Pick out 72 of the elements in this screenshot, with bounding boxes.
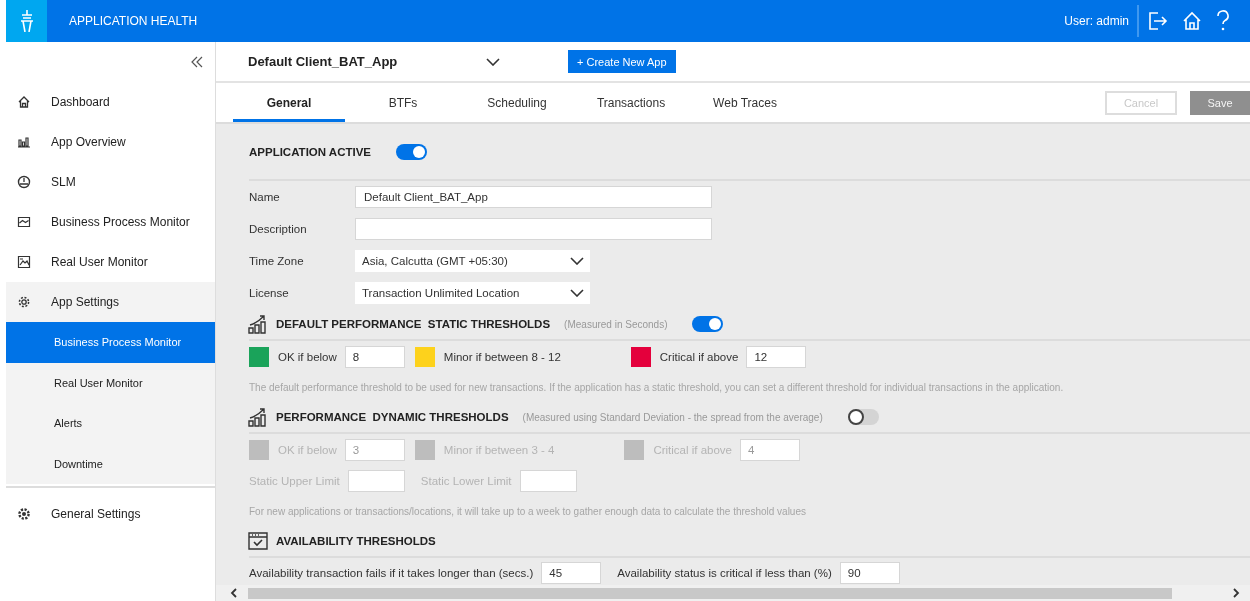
- hint-text: The default performance threshold to be used for new transactions. If the application has a static threshold, you can set a different threshold for individual transactions in the application.: [249, 380, 1065, 395]
- number-field[interactable]: 45: [541, 562, 602, 584]
- create-app-button[interactable]: + Create New App: [568, 50, 676, 73]
- home-icon: [17, 95, 31, 109]
- tower-logo-icon: [19, 10, 34, 32]
- threshold-field[interactable]: 12: [746, 345, 807, 368]
- threshold-label: Minor if between 8 - 12: [443, 350, 561, 363]
- sidebar-subitem[interactable]: Business Process Monitor: [6, 322, 215, 363]
- field-label: Availability transaction fails if it takes longer than (secs.): [249, 567, 534, 579]
- tab[interactable]: Transactions: [575, 83, 687, 122]
- app-selector[interactable]: Default Client_BAT_App: [248, 54, 500, 69]
- number-field[interactable]: 90: [839, 562, 900, 584]
- sidebar-item[interactable]: SLM: [6, 162, 215, 202]
- sidebar-item[interactable]: Business Process Monitor: [6, 202, 215, 242]
- chart-growth-icon: [248, 407, 268, 427]
- app-title: APPLICATION HEALTH: [69, 14, 199, 28]
- text-field[interactable]: [355, 218, 712, 240]
- threshold-label: OK if below: [278, 350, 337, 363]
- dropdown-field[interactable]: Transaction Unlimited Location: [355, 282, 590, 304]
- tab[interactable]: BTFs: [347, 83, 459, 122]
- scroll-right-icon[interactable]: [1232, 588, 1240, 598]
- sidebar-subitem[interactable]: Downtime: [6, 443, 215, 484]
- line-chart-icon: [17, 215, 31, 229]
- section-title: DEFAULT PERFORMANCE STATIC THRESHOLDS: [276, 318, 551, 330]
- help-icon[interactable]: [1216, 10, 1230, 32]
- gauge-icon: [17, 175, 31, 189]
- calendar-check-icon: [248, 531, 268, 551]
- section-note: (Measured in Seconds): [564, 318, 668, 330]
- sidebar-item[interactable]: Dashboard: [6, 82, 215, 122]
- sidebar-item[interactable]: App Settings: [6, 282, 215, 322]
- sidebar-subitem[interactable]: Alerts: [6, 403, 215, 444]
- dropdown-field[interactable]: Asia, Calcutta (GMT +05:30): [355, 250, 590, 272]
- sidebar-subitem[interactable]: Real User Monitor: [6, 362, 215, 403]
- tab[interactable]: General: [233, 83, 345, 122]
- text-field[interactable]: Default Client_BAT_App: [355, 186, 712, 208]
- section-note: (Measured using Standard Deviation - the spread from the average): [522, 411, 823, 423]
- collapse-icon[interactable]: [191, 56, 203, 68]
- threshold-label: Critical if above: [659, 350, 739, 363]
- bar-chart-icon: [17, 135, 31, 149]
- chart-growth-icon: [248, 314, 268, 334]
- chevron-down-icon: [570, 257, 584, 265]
- color-swatch: [414, 439, 435, 460]
- hint-text: For new applications or transactions/locations, it will take up to a week to gather enough data to calculate the threshold values: [249, 504, 807, 519]
- field-label: Description: [249, 223, 308, 235]
- logout-icon[interactable]: [1148, 11, 1168, 31]
- sidebar-item[interactable]: General Settings: [6, 494, 215, 534]
- gear-icon: [17, 507, 31, 521]
- color-swatch: [249, 439, 269, 460]
- section-title: PERFORMANCE DYNAMIC THRESHOLDS: [276, 411, 509, 423]
- field-label: Availability status is critical if less than (%): [617, 567, 832, 579]
- tab[interactable]: Web Traces: [689, 83, 801, 122]
- toggle-switch[interactable]: [396, 144, 428, 160]
- field-label: License: [249, 287, 290, 299]
- scroll-left-icon[interactable]: [230, 588, 238, 598]
- gear-icon: [17, 295, 31, 309]
- field-label: Name: [249, 191, 281, 203]
- image-icon: [17, 255, 31, 269]
- user-label: User: admin: [1064, 14, 1129, 28]
- toggle-switch[interactable]: [692, 316, 724, 332]
- section-title: APPLICATION ACTIVE: [249, 146, 372, 158]
- section-title: AVAILABILITY THRESHOLDS: [276, 535, 436, 547]
- toggle-switch[interactable]: [847, 409, 879, 425]
- threshold-field[interactable]: 8: [344, 345, 405, 368]
- home-icon[interactable]: [1182, 11, 1202, 31]
- horizontal-scrollbar[interactable]: [216, 585, 1250, 601]
- field-label: Time Zone: [249, 255, 305, 267]
- chevron-down-icon: [486, 57, 500, 66]
- chevron-down-icon: [570, 289, 584, 297]
- sidebar-item[interactable]: App Overview: [6, 122, 215, 162]
- color-swatch: [624, 439, 645, 460]
- sidebar-item[interactable]: Real User Monitor: [6, 242, 215, 282]
- tab[interactable]: Scheduling: [461, 83, 573, 122]
